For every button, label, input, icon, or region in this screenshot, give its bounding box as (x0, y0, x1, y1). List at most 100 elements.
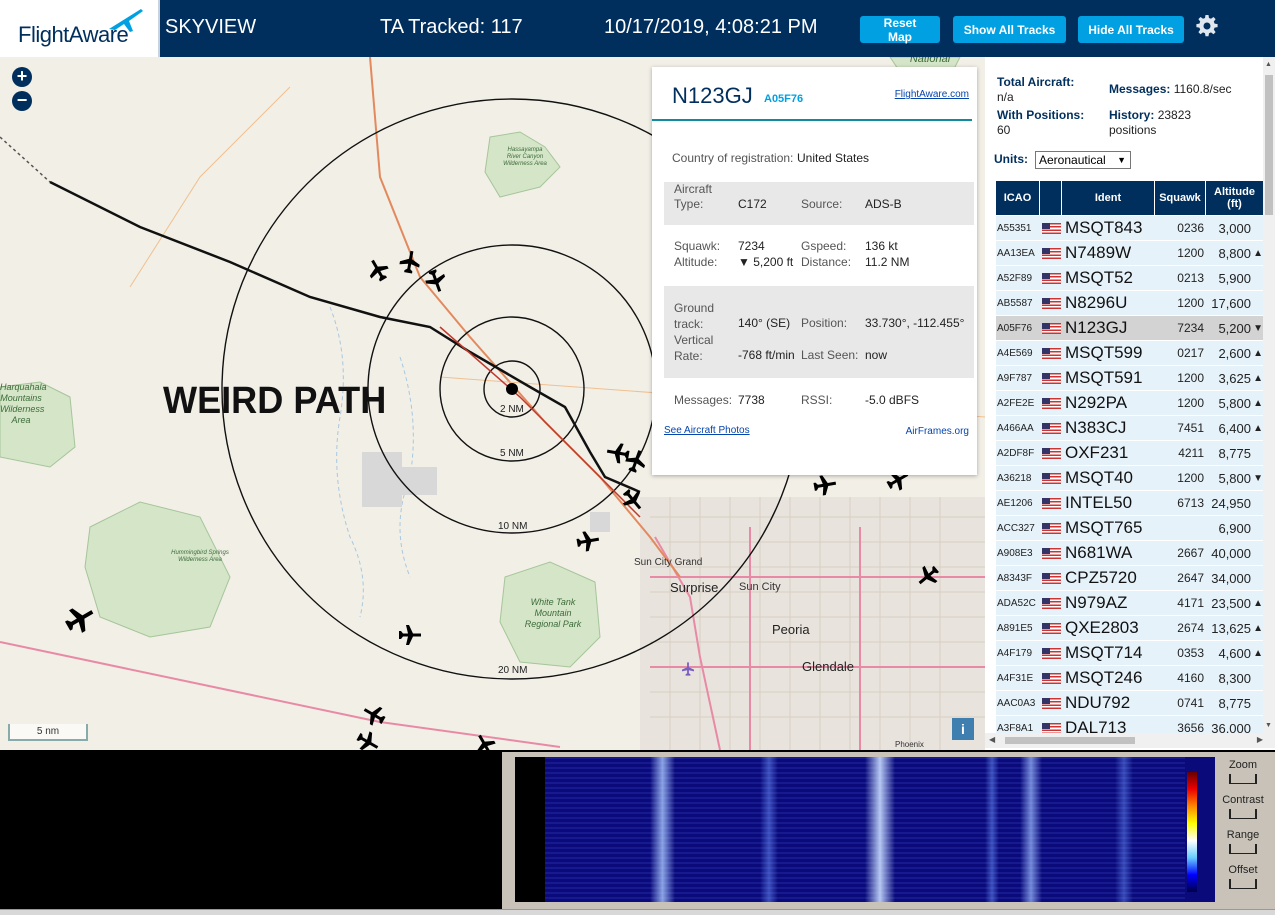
clock: 10/17/2019, 4:08:21 PM (604, 16, 818, 38)
flag-cell (1040, 441, 1062, 465)
table-row[interactable]: A4F179 MSQT714 0353 4,600 ▲ (996, 641, 1264, 666)
horizontal-scrollbar[interactable]: ◀ ▶ (985, 733, 1275, 748)
ident-cell: MSQT714 (1062, 641, 1155, 665)
table-row[interactable]: A36218 MSQT40 1200 5,800 ▼ (996, 466, 1264, 491)
show-all-tracks-button[interactable]: Show All Tracks (953, 16, 1066, 43)
flag-cell (1040, 416, 1062, 440)
table-row[interactable]: ACC327 MSQT765 6,900 (996, 516, 1264, 541)
aircraft-table-body: A55351 MSQT843 0236 3,000 AA13EA N7489W 1200 8,… (996, 216, 1264, 741)
table-row[interactable]: A9F787 MSQT591 1200 3,625 ▲ (996, 366, 1264, 391)
icao-cell: A908E3 (996, 541, 1040, 565)
table-row[interactable]: ADA52C N979AZ 4171 23,500 ▲ (996, 591, 1264, 616)
table-row[interactable]: A4E569 MSQT599 0217 2,600 ▲ (996, 341, 1264, 366)
zoom-in-button[interactable]: + (12, 67, 32, 87)
squawk-cell: 0217 (1155, 341, 1206, 365)
range-slider[interactable] (1229, 844, 1257, 854)
vertical-scroll-thumb[interactable] (1265, 75, 1273, 215)
altitude-cell: 8,775 (1206, 691, 1264, 715)
country-value: United States (797, 151, 870, 165)
header-bar: FlightAware SKYVIEW TA Tracked: 117 10/1… (0, 0, 1275, 57)
waterfall-display[interactable] (515, 757, 1215, 902)
table-row-selected[interactable]: A05F76 N123GJ 7234 5,200 ▼ (996, 316, 1264, 341)
flag-cell (1040, 366, 1062, 390)
city-sun-city: Sun City (739, 581, 781, 593)
total-aircraft-value: n/a (997, 90, 1014, 104)
col-squawk[interactable]: Squawk (1155, 181, 1206, 215)
info-button[interactable]: i (952, 718, 974, 740)
offset-slider[interactable] (1229, 879, 1257, 889)
messages-value: 7738 (738, 393, 765, 407)
table-row[interactable]: A55351 MSQT843 0236 3,000 (996, 216, 1264, 241)
us-flag-icon (1041, 297, 1061, 309)
ground-track-label: Ground track: (674, 301, 715, 331)
ident-cell: N979AZ (1062, 591, 1155, 615)
table-row[interactable]: A2DF8F OXF231 4211 8,775 (996, 441, 1264, 466)
table-row[interactable]: AAC0A3 NDU792 0741 8,775 (996, 691, 1264, 716)
altitude-cell: 34,000 (1206, 566, 1264, 590)
altitude-value: 5,200 (1218, 320, 1251, 336)
source-value: ADS-B (865, 197, 902, 211)
squawk-cell: 1200 (1155, 466, 1206, 490)
waterfall-controls: Zoom Contrast Range Offset (1218, 757, 1268, 902)
gspeed-label: Gspeed: (801, 239, 847, 253)
vertical-scrollbar[interactable]: ▲ ▼ (1263, 57, 1275, 733)
horizontal-scroll-thumb[interactable] (1005, 737, 1135, 744)
park-harquahala: Harquahala Mountains Wilderness Area (0, 382, 47, 425)
icao-cell: AE1206 (996, 491, 1040, 515)
table-row[interactable]: AE1206 INTEL50 6713 24,950 (996, 491, 1264, 516)
city-surprise: Surprise (670, 580, 719, 595)
squawk-label: Squawk: (674, 239, 721, 253)
altitude-cell: 24,950 (1206, 491, 1264, 515)
altitude-cell: 4,600 ▲ (1206, 641, 1264, 665)
ident-cell: OXF231 (1062, 441, 1155, 465)
distance-label: Distance: (801, 255, 852, 269)
city-glendale: Glendale (802, 659, 855, 674)
table-row[interactable]: A2FE2E N292PA 1200 5,800 ▲ (996, 391, 1264, 416)
table-row[interactable]: A908E3 N681WA 2667 40,000 (996, 541, 1264, 566)
ident-cell: N681WA (1062, 541, 1155, 565)
us-flag-icon (1041, 397, 1061, 409)
contrast-slider[interactable] (1229, 809, 1257, 819)
flag-cell (1040, 216, 1062, 240)
airframes-link[interactable]: AirFrames.org (906, 426, 969, 437)
col-icao[interactable]: ICAO (996, 181, 1040, 215)
flag-cell (1040, 316, 1062, 340)
table-row[interactable]: A8343F CPZ5720 2647 34,000 (996, 566, 1264, 591)
aircraft-photos-link[interactable]: See Aircraft Photos (664, 425, 750, 436)
hide-all-tracks-button[interactable]: Hide All Tracks (1078, 16, 1184, 43)
climb-arrow-icon: ▲ (1253, 597, 1263, 609)
table-row[interactable]: A891E5 QXE2803 2674 13,625 ▲ (996, 616, 1264, 641)
units-select[interactable]: Aeronautical ▼ (1035, 151, 1131, 169)
us-flag-icon (1041, 547, 1061, 559)
col-altitude[interactable]: Altitude (ft) (1206, 181, 1264, 215)
altitude-cell: 8,300 (1206, 666, 1264, 690)
units-label: Units: (994, 152, 1028, 166)
gear-icon[interactable] (1195, 14, 1219, 38)
flightaware-logo[interactable]: FlightAware (0, 0, 160, 57)
table-row[interactable]: A4F31E MSQT246 4160 8,300 (996, 666, 1264, 691)
icao-cell: ACC327 (996, 516, 1040, 540)
climb-arrow-icon: ▲ (1253, 647, 1263, 659)
flightaware-link[interactable]: FlightAware.com (895, 89, 969, 100)
us-flag-icon (1041, 447, 1061, 459)
reset-map-button[interactable]: Reset Map (860, 16, 940, 44)
ident-cell: NDU792 (1062, 691, 1155, 715)
flag-cell (1040, 516, 1062, 540)
altitude-cell: 6,900 (1206, 516, 1264, 540)
col-ident[interactable]: Ident (1062, 181, 1155, 215)
altitude-cell: 17,600 (1206, 291, 1264, 315)
altitude-cell: 5,200 ▼ (1206, 316, 1264, 340)
col-flag[interactable] (1040, 181, 1062, 215)
altitude-value: 5,800 (1218, 470, 1251, 486)
us-flag-icon (1041, 697, 1061, 709)
table-row[interactable]: AA13EA N7489W 1200 8,800 ▲ (996, 241, 1264, 266)
zoom-out-button[interactable]: − (12, 91, 32, 111)
table-row[interactable]: AB5587 N8296U 1200 17,600 (996, 291, 1264, 316)
ident-cell: MSQT591 (1062, 366, 1155, 390)
ident-cell: MSQT599 (1062, 341, 1155, 365)
squawk-cell: 4171 (1155, 591, 1206, 615)
altitude-cell: 3,625 ▲ (1206, 366, 1264, 390)
table-row[interactable]: A466AA N383CJ 7451 6,400 ▲ (996, 416, 1264, 441)
table-row[interactable]: A52F89 MSQT52 0213 5,900 (996, 266, 1264, 291)
zoom-slider[interactable] (1229, 774, 1257, 784)
